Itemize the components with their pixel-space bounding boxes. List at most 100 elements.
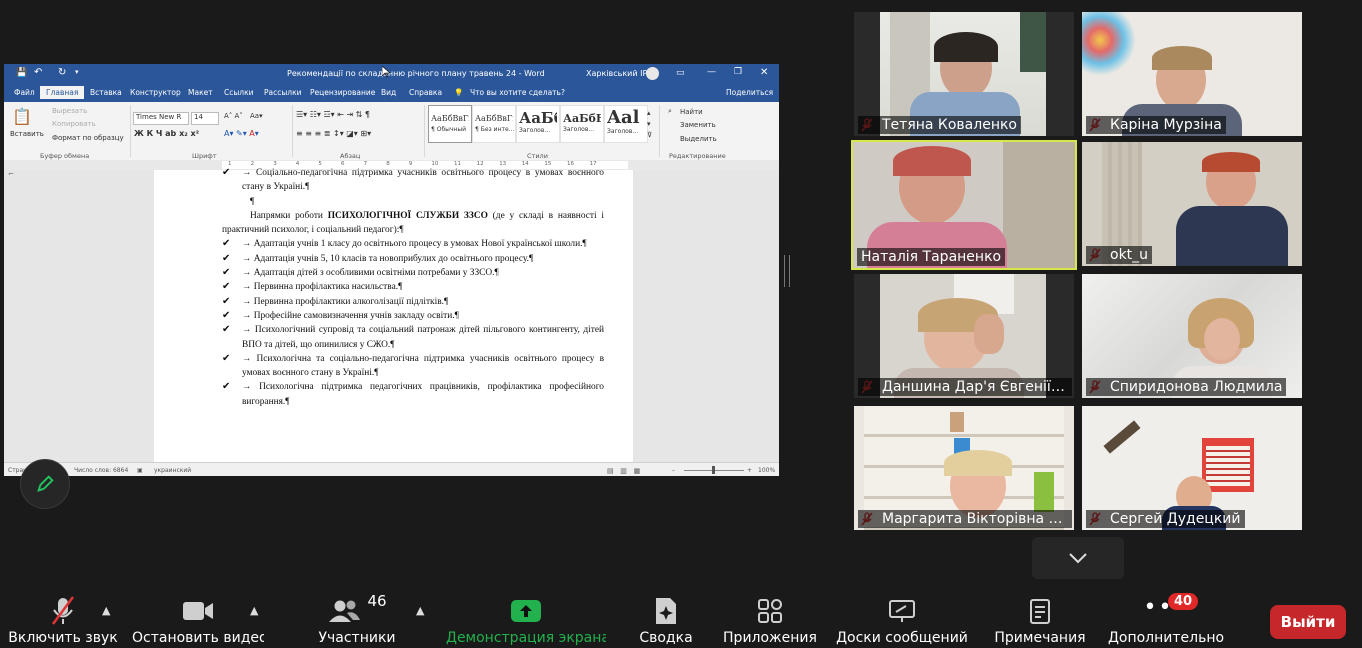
more-button[interactable]: ••• Дополнительно — [1106, 594, 1226, 648]
participants-count: 46 — [367, 592, 387, 610]
checkmark-icon: ✔ — [222, 281, 231, 293]
zoom-in-icon[interactable]: + — [747, 467, 752, 474]
whiteboards-button[interactable]: Доски сообщений — [834, 594, 970, 648]
style-heading-3[interactable]: Aal Заголов... — [604, 105, 648, 143]
share-arrow-icon — [511, 600, 541, 622]
tab-insert[interactable]: Вставка — [90, 88, 122, 97]
leave-button[interactable]: Выйти — [1270, 605, 1346, 639]
find-button[interactable]: Найти — [680, 108, 703, 116]
gallery-next-button[interactable] — [1032, 537, 1124, 579]
bold-italic-underline-icons[interactable]: Ж К Ч ab x₂ x² — [134, 129, 199, 138]
doc-checklist-item: ✔ → Психологічна та соціально-педагогічна… — [222, 352, 604, 379]
format-painter-button[interactable]: Формат по образцу — [52, 134, 124, 142]
participant-tile[interactable]: Сергей Дудецкий — [1082, 406, 1302, 530]
status-words[interactable]: Число слов: 6864 — [74, 467, 128, 474]
style-normal[interactable]: АаБбВвГг,¶ Обычный — [428, 105, 472, 143]
participant-tile[interactable]: Даншина Дар'я Євгеніївна — [854, 274, 1074, 398]
tab-mailings[interactable]: Рассылки — [264, 88, 302, 97]
stop-video-button[interactable]: Остановить видео — [132, 594, 264, 648]
stop-video-label: Остановить видео — [132, 630, 264, 646]
status-language[interactable]: украинский — [154, 467, 191, 474]
doc-checklist-item: ✔ → Адаптація дітей з особливими освітнім… — [222, 266, 604, 280]
select-button[interactable]: Выделить — [680, 135, 717, 143]
change-case-icon[interactable]: Aa▾ — [250, 112, 263, 120]
tab-help[interactable]: Справка — [409, 88, 442, 97]
participant-tile[interactable]: Маргарита Вікторівна Савченко — [854, 406, 1074, 530]
styles-group-label: Стили — [527, 152, 548, 160]
participant-name: okt_u — [1086, 246, 1153, 264]
tab-layout[interactable]: Макет — [188, 88, 213, 97]
close-icon[interactable]: ✕ — [760, 67, 768, 78]
participant-tile[interactable]: Тетяна Коваленко — [854, 12, 1074, 136]
customize-qat-icon[interactable]: ▾ — [75, 68, 79, 76]
proofing-icon[interactable]: ▣ — [137, 467, 143, 474]
grow-font-icon[interactable]: A˄ A˅ — [224, 112, 243, 120]
style-heading-2[interactable]: АаБбЕ Заголов... — [560, 105, 604, 143]
participant-tile[interactable]: Каріна Мурзіна — [1082, 12, 1302, 136]
style-heading-1[interactable]: АаБбЗаголов... — [516, 105, 560, 143]
notes-button[interactable]: Примечания — [990, 594, 1090, 648]
share-screen-button[interactable]: Демонстрация экрана — [446, 594, 606, 648]
clipboard-group-label: Буфер обмена — [40, 152, 90, 160]
account-avatar[interactable] — [646, 67, 659, 80]
alignment-icons[interactable]: ≡ ≡ ≡ ≣ ↕▾ ◪▾ ⊞▾ — [296, 129, 371, 138]
share-button[interactable]: Поделиться — [726, 88, 773, 97]
video-options-caret[interactable]: ▲ — [250, 604, 258, 617]
tab-home[interactable]: Главная — [40, 86, 85, 99]
doc-checklist-item: ✔ → Адаптація учнів 1 класу до освітнього… — [222, 237, 604, 251]
apps-button[interactable]: Приложения — [722, 594, 818, 648]
paste-button[interactable]: Вставить — [10, 130, 44, 138]
participants-options-caret[interactable]: ▲ — [416, 604, 424, 617]
styles-scroll-icon[interactable]: ▴ ▾ ⊽ — [647, 108, 652, 141]
unmute-button[interactable]: Включить звук — [8, 594, 118, 648]
bullets-numbering-icons[interactable]: ☰▾ ☷▾ ☲▾ ⇤ ⇥ ⇅ ¶ — [296, 110, 370, 119]
document-area[interactable]: ✔ → Соціально-педагогічна підтримка учасн… — [4, 167, 779, 462]
replace-button[interactable]: Заменить — [680, 121, 716, 129]
style-no-spacing[interactable]: АаБбВвГг,¶ Без инте... — [472, 105, 516, 143]
summary-button[interactable]: Сводка — [634, 594, 698, 648]
annotate-button[interactable] — [20, 459, 70, 509]
paste-icon[interactable]: 📋 — [12, 107, 32, 126]
doc-left-marker: ⌐ — [8, 170, 14, 178]
summary-label: Сводка — [639, 630, 693, 646]
redo-icon[interactable]: ↻ — [58, 67, 66, 78]
text-effects-icons[interactable]: A▾ ✎▾ A▾ — [224, 129, 259, 138]
minimize-icon[interactable]: — — [707, 67, 716, 77]
copy-button[interactable]: Копировать — [52, 120, 96, 128]
checkmark-icon: ✔ — [222, 238, 231, 250]
view-buttons[interactable]: ▤ ▥ ▦ — [607, 467, 640, 475]
zoom-level[interactable]: 100% — [758, 467, 775, 474]
font-size-select[interactable]: 14 — [191, 112, 219, 125]
more-badge: 40 — [1168, 593, 1199, 610]
tell-me-input[interactable]: Что вы хотите сделать? — [470, 88, 565, 97]
apps-icon — [758, 599, 782, 623]
splitter-handle[interactable] — [784, 255, 790, 287]
shared-word-window: 💾 ↶ ↻ ▾ Рекомендації по складанню річног… — [4, 64, 779, 476]
unmute-label: Включить звук — [8, 630, 118, 646]
participant-tile[interactable]: Спиридонова Людмила — [1082, 274, 1302, 398]
participant-name: Даншина Дар'я Євгеніївна — [858, 378, 1072, 396]
tab-review[interactable]: Рецензирование — [310, 88, 375, 97]
participant-tile-active-speaker[interactable]: Наталія Тараненко — [851, 140, 1077, 270]
tab-design[interactable]: Конструктор — [130, 88, 181, 97]
undo-icon[interactable]: ↶ — [34, 67, 42, 78]
participant-tile[interactable]: okt_u — [1082, 142, 1302, 266]
pencil-icon — [37, 475, 54, 492]
document-page[interactable]: ✔ → Соціально-педагогічна підтримка учасн… — [154, 167, 633, 462]
tab-view[interactable]: Вид — [381, 88, 396, 97]
account-name[interactable]: Харківський ІРЦ — [586, 69, 654, 78]
document-text[interactable]: ✔ → Соціально-педагогічна підтримка учасн… — [222, 167, 604, 409]
cut-button[interactable]: Вырезать — [52, 107, 87, 115]
document-title: Рекомендації по складанню річного плану … — [287, 69, 545, 78]
zoom-slider[interactable]: – — [672, 467, 675, 474]
ribbon-display-icon[interactable]: ▭ — [676, 68, 685, 78]
maximize-icon[interactable]: ❐ — [734, 67, 742, 77]
whiteboards-label: Доски сообщений — [836, 630, 968, 646]
tab-file[interactable]: Файл — [14, 88, 35, 97]
font-name-select[interactable]: Times New R — [133, 112, 189, 125]
participants-button[interactable]: 46 Участники — [312, 592, 402, 648]
audio-options-caret[interactable]: ▲ — [102, 604, 110, 617]
tab-references[interactable]: Ссылки — [224, 88, 253, 97]
save-icon[interactable]: 💾 — [16, 68, 27, 78]
zoom-slider-thumb[interactable] — [712, 466, 715, 474]
